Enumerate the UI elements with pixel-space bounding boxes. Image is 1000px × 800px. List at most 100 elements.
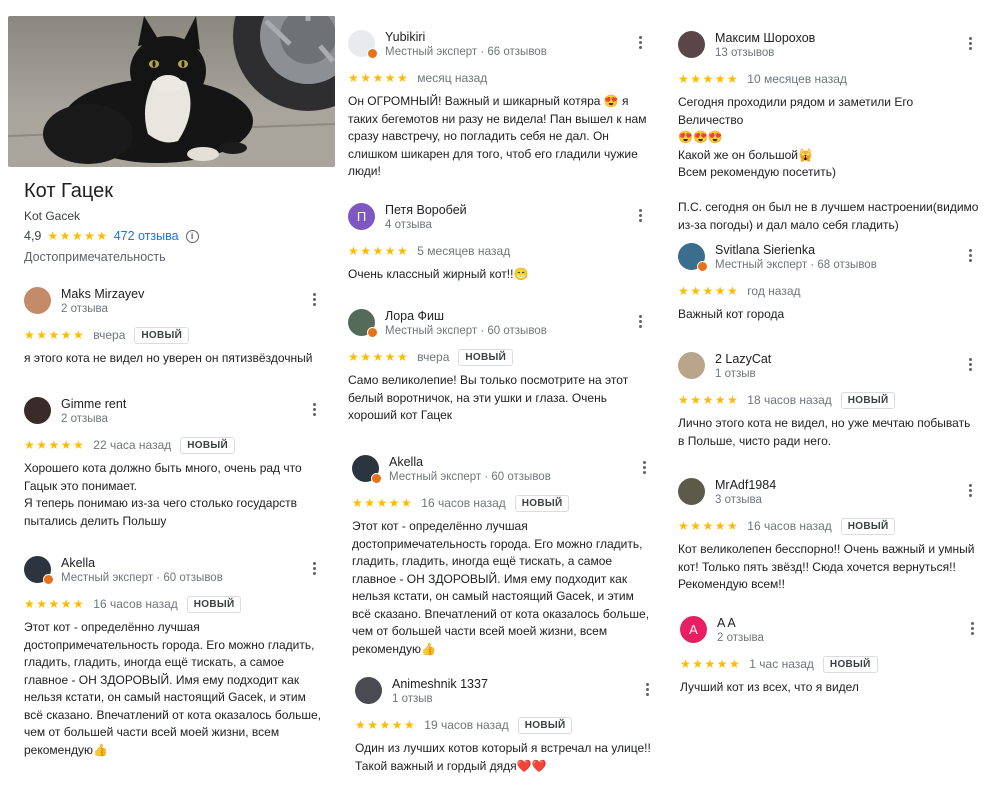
review-text: Этот кот - определённо лучшая достоприме… xyxy=(352,519,650,656)
more-options-icon[interactable] xyxy=(968,484,972,497)
reviewer-meta: 1 отзыв xyxy=(392,693,433,705)
review-stars: ★★★★★ xyxy=(678,393,740,407)
local-guide-badge-icon xyxy=(697,261,708,272)
new-badge: НОВЫЙ xyxy=(840,517,896,535)
review-header: MrAdf1984 3 отзыва xyxy=(678,478,980,507)
place-info: Кот Гацек Kot Gacek 4,9 ★★★★★ 472 отзыва… xyxy=(24,180,324,264)
reviewer-avatar[interactable] xyxy=(348,309,378,338)
review-header: Svitlana Sierienka Местный эксперт · 68 … xyxy=(678,243,980,272)
review-header: Gimme rent 2 отзыва xyxy=(24,397,324,426)
review-stars: ★★★★★ xyxy=(348,350,410,364)
reviewer-name[interactable]: MrAdf1984 xyxy=(715,478,776,493)
reviewer-meta: Местный эксперт · 60 отзывов xyxy=(61,572,223,584)
new-badge: НОВЫЙ xyxy=(180,436,235,454)
local-guide-badge-icon xyxy=(367,48,378,59)
new-badge: НОВЫЙ xyxy=(517,716,573,734)
review-card: Svitlana Sierienka Местный эксперт · 68 … xyxy=(678,243,980,324)
reviewer-meta: 4 отзыва xyxy=(385,219,432,231)
review-date: 16 часов назад xyxy=(93,597,178,611)
more-options-icon[interactable] xyxy=(312,403,316,416)
review-date: вчера xyxy=(417,350,450,364)
review-rating-row: ★★★★★ 19 часов назад НОВЫЙ xyxy=(355,716,657,734)
reviewer-meta: Местный эксперт · 60 отзывов xyxy=(389,471,551,483)
review-header: Akella Местный эксперт · 60 отзывов xyxy=(24,556,324,585)
review-text: я этого кота не видел но уверен он пятиз… xyxy=(24,351,313,365)
review-date: вчера xyxy=(93,328,126,342)
review-rating-row: ★★★★★ 22 часа назад НОВЫЙ xyxy=(24,436,324,454)
review-date: 22 часа назад xyxy=(93,438,172,452)
review-card: Максим Шорохов 13 отзывов ★★★★★ 10 месяц… xyxy=(678,31,980,234)
local-guide-badge-icon xyxy=(43,574,54,585)
review-rating-row: ★★★★★ 10 месяцев назад xyxy=(678,70,980,88)
review-card: A A A 2 отзыва ★★★★★ 1 час назад НОВЫЙ Л… xyxy=(680,616,982,697)
reviewer-name[interactable]: A A xyxy=(717,616,764,631)
review-rating-row: ★★★★★ вчера НОВЫЙ xyxy=(348,348,650,366)
reviewer-avatar[interactable]: П xyxy=(348,203,375,230)
reviewer-name[interactable]: Svitlana Sierienka xyxy=(715,243,877,258)
place-rating-stars: ★★★★★ xyxy=(47,229,109,243)
reviewer-name[interactable]: Лора Фиш xyxy=(385,309,547,324)
review-header: Maks Mirzayev 2 отзыва xyxy=(24,287,324,316)
review-rating-row: ★★★★★ 5 месяцев назад xyxy=(348,242,650,260)
reviewer-avatar[interactable] xyxy=(678,243,708,272)
reviewer-name[interactable]: Петя Воробей xyxy=(385,203,467,218)
review-stars: ★★★★★ xyxy=(678,284,740,298)
review-header: Лора Фиш Местный эксперт · 60 отзывов xyxy=(348,309,650,338)
new-badge: НОВЫЙ xyxy=(822,655,878,673)
reviewer-avatar[interactable] xyxy=(678,352,705,379)
review-card: MrAdf1984 3 отзыва ★★★★★ 16 часов назад … xyxy=(678,478,980,594)
reviewer-name[interactable]: 2 LazyCat xyxy=(715,352,771,367)
more-options-icon[interactable] xyxy=(968,37,972,50)
local-guide-badge-icon xyxy=(371,473,382,484)
reviewer-avatar[interactable] xyxy=(352,455,382,484)
reviewer-avatar[interactable] xyxy=(678,31,705,58)
review-date: 19 часов назад xyxy=(424,718,509,732)
reviewer-avatar[interactable]: A xyxy=(680,616,707,643)
reviewer-avatar[interactable] xyxy=(24,556,54,585)
reviewer-name[interactable]: Maks Mirzayev xyxy=(61,287,144,302)
more-options-icon[interactable] xyxy=(645,683,649,696)
place-title: Кот Гацек xyxy=(24,180,113,202)
more-options-icon[interactable] xyxy=(638,315,642,328)
reviewer-meta: 1 отзыв xyxy=(715,368,756,380)
review-text: Лучший кот из всех, что я видел xyxy=(680,680,859,694)
reviewer-name[interactable]: Akella xyxy=(61,556,223,571)
more-options-icon[interactable] xyxy=(968,249,972,262)
local-guide-badge-icon xyxy=(367,327,378,338)
review-text: Он ОГРОМНЫЙ! Важный и шикарный котяра 😍 … xyxy=(348,94,647,178)
new-badge: НОВЫЙ xyxy=(514,494,570,512)
more-options-icon[interactable] xyxy=(642,461,646,474)
more-options-icon[interactable] xyxy=(970,622,974,635)
more-options-icon[interactable] xyxy=(638,209,642,222)
reviewer-name[interactable]: Максим Шорохов xyxy=(715,31,815,46)
reviewer-avatar[interactable] xyxy=(678,478,705,505)
review-stars: ★★★★★ xyxy=(680,657,742,671)
reviewer-avatar[interactable] xyxy=(24,287,51,314)
new-badge: НОВЫЙ xyxy=(458,348,514,366)
reviewer-name[interactable]: Yubikiri xyxy=(385,30,547,45)
reviewer-avatar[interactable] xyxy=(24,397,51,424)
review-stars: ★★★★★ xyxy=(355,718,417,732)
reviewer-meta: Местный эксперт · 60 отзывов xyxy=(385,325,547,337)
reviewer-meta: Местный эксперт · 68 отзывов xyxy=(715,259,877,271)
more-options-icon[interactable] xyxy=(638,36,642,49)
place-reviews-link[interactable]: 472 отзыва xyxy=(114,229,179,243)
reviewer-avatar[interactable] xyxy=(355,677,382,704)
reviewer-avatar[interactable] xyxy=(348,30,378,59)
reviewer-name[interactable]: Gimme rent xyxy=(61,397,126,412)
more-options-icon[interactable] xyxy=(312,562,316,575)
new-badge: НОВЫЙ xyxy=(840,391,896,409)
place-photo[interactable] xyxy=(8,16,335,167)
review-date: 18 часов назад xyxy=(747,393,832,407)
review-stars: ★★★★★ xyxy=(678,72,740,86)
review-rating-row: ★★★★★ 18 часов назад НОВЫЙ xyxy=(678,391,980,409)
more-options-icon[interactable] xyxy=(312,293,316,306)
review-stars: ★★★★★ xyxy=(24,328,86,342)
more-options-icon[interactable] xyxy=(968,358,972,371)
info-icon[interactable]: i xyxy=(185,229,199,243)
reviewer-name[interactable]: Animeshnik 1337 xyxy=(392,677,488,692)
reviewer-name[interactable]: Akella xyxy=(389,455,551,470)
review-rating-row: ★★★★★ 16 часов назад НОВЫЙ xyxy=(678,517,980,535)
review-stars: ★★★★★ xyxy=(348,71,410,85)
review-card: Yubikiri Местный эксперт · 66 отзывов ★★… xyxy=(348,30,650,181)
